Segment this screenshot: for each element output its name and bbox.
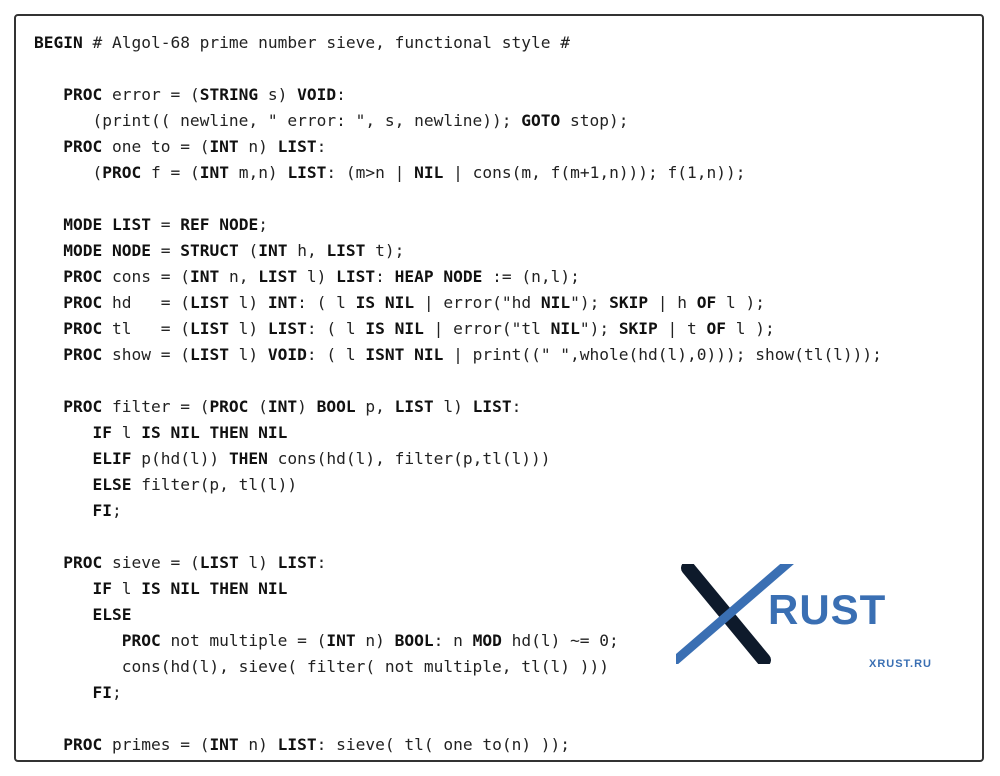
code-listing: BEGIN # Algol-68 prime number sieve, fun… bbox=[34, 30, 964, 762]
code-box: BEGIN # Algol-68 prime number sieve, fun… bbox=[14, 14, 984, 762]
